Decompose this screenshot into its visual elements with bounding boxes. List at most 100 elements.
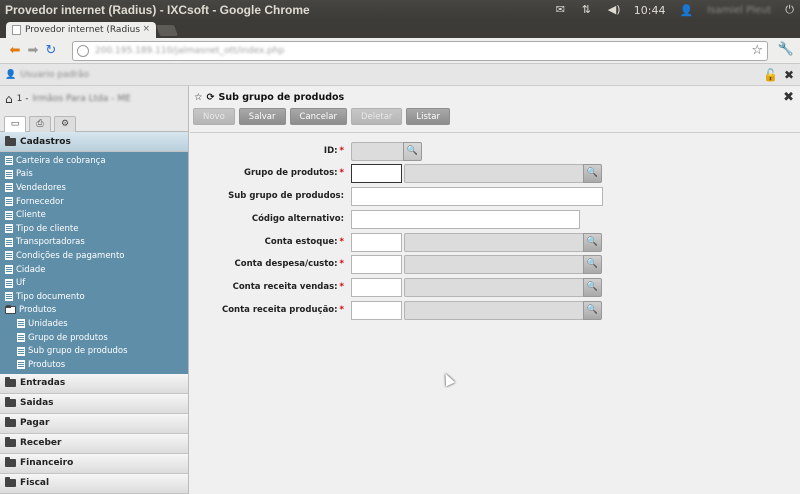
deletar-button[interactable]: Deletar	[351, 108, 403, 125]
volume-icon[interactable]: ◀)	[608, 4, 621, 15]
tab-label: Provedor internet (Radius	[25, 25, 141, 35]
document-icon	[5, 183, 13, 193]
document-icon	[5, 265, 13, 275]
home-icon: ⌂	[5, 92, 13, 106]
unlock-icon[interactable]: 🔓	[763, 68, 778, 82]
network-icon[interactable]: ⇅	[582, 4, 594, 15]
menu-folder-produtos[interactable]: Produtos	[0, 304, 188, 318]
address-bar[interactable]: 200.195.189.110/jalmasnet_ott/index.php …	[72, 41, 768, 61]
conta-receita-producao-search-icon[interactable]: 🔍	[583, 301, 602, 320]
menu-item-cliente[interactable]: Cliente	[0, 208, 188, 222]
menu-item-label: Transportadoras	[16, 237, 85, 248]
conta-despesa-search-icon[interactable]: 🔍	[583, 255, 602, 274]
tab-strip: Provedor internet (Radius ×	[0, 20, 800, 38]
tab-window-icon[interactable]: ▭	[4, 116, 26, 132]
conta-despesa-code-input[interactable]	[351, 255, 402, 274]
conta-receita-vendas-search-icon[interactable]: 🔍	[583, 278, 602, 297]
field-label: Código alternativo:	[251, 214, 344, 224]
folder-icon	[5, 417, 16, 427]
conta-despesa-description	[404, 255, 584, 274]
section-saidas[interactable]: Saidas	[0, 393, 188, 414]
tab-print-icon[interactable]: ⎙	[29, 116, 51, 132]
menu-item-condicoes-pagamento[interactable]: Condições de pagamento	[0, 249, 188, 263]
mouse-cursor-icon	[440, 371, 456, 387]
id-search-icon: 🔍	[403, 142, 422, 161]
mail-icon[interactable]: ✉	[556, 4, 568, 15]
bookmark-star-icon[interactable]: ☆	[751, 43, 763, 58]
menu-item-fornecedor[interactable]: Fornecedor	[0, 195, 188, 209]
app-header: 👤 Usuario padrão 🔓 ✖	[0, 64, 800, 86]
field-conta-receita-vendas: Conta receita vendas: * 🔍	[190, 278, 800, 297]
menu-item-tipo-cliente[interactable]: Tipo de cliente	[0, 222, 188, 236]
document-icon	[17, 346, 25, 356]
menu-item-cidade[interactable]: Cidade	[0, 263, 188, 277]
back-arrow-icon[interactable]: ⬅	[6, 43, 24, 58]
menu-item-transportadoras[interactable]: Transportadoras	[0, 236, 188, 250]
branch-selector[interactable]: ⌂ 1 - Irmãos Para Ltda - ME	[0, 86, 188, 112]
section-label: Cadastros	[20, 136, 71, 147]
menu-item-pais[interactable]: Pais	[0, 168, 188, 182]
new-tab-button[interactable]	[155, 25, 179, 36]
codigo-alternativo-input[interactable]	[351, 210, 580, 229]
current-user: 👤 Usuario padrão	[5, 70, 89, 80]
menu-item-label: Cidade	[16, 264, 46, 275]
refresh-icon[interactable]: ⟳	[207, 92, 215, 103]
menu-item-unidades[interactable]: Unidades	[0, 317, 188, 331]
forward-arrow-icon[interactable]: ➡	[24, 43, 42, 58]
conta-estoque-description	[404, 233, 584, 252]
section-fiscal[interactable]: Fiscal	[0, 473, 188, 494]
grupo-produtos-search-icon[interactable]: 🔍	[583, 164, 602, 183]
menu-item-carteira-cobranca[interactable]: Carteira de cobrança	[0, 154, 188, 168]
browser-toolbar: ⬅ ➡ ↻ 200.195.189.110/jalmasnet_ott/inde…	[0, 38, 800, 64]
sidebar: ⌂ 1 - Irmãos Para Ltda - ME ▭ ⎙ ⚙ Cadast…	[0, 86, 189, 494]
section-entradas[interactable]: Entradas	[0, 373, 188, 394]
session-user[interactable]: Isamiel Pleut	[707, 5, 771, 16]
user-icon[interactable]: 👤	[679, 4, 693, 17]
address-url[interactable]: 200.195.189.110/jalmasnet_ott/index.php	[95, 46, 284, 56]
conta-estoque-search-icon[interactable]: 🔍	[583, 233, 602, 252]
document-icon	[5, 156, 13, 166]
menu-item-tipo-documento[interactable]: Tipo documento	[0, 290, 188, 304]
site-info-icon[interactable]	[77, 45, 89, 57]
close-app-icon[interactable]: ✖	[784, 68, 794, 82]
field-codigo-alternativo: Código alternativo:	[190, 210, 800, 229]
menu-item-label: Uf	[16, 278, 26, 289]
clock[interactable]: 10:44	[634, 4, 666, 17]
favorite-star-icon[interactable]: ☆	[194, 92, 203, 103]
tab-close-icon[interactable]: ×	[142, 24, 150, 34]
menu-item-label: Carteira de cobrança	[16, 155, 106, 166]
listar-button[interactable]: Listar	[406, 108, 450, 125]
menu-item-produtos[interactable]: Produtos	[0, 358, 188, 372]
menu-item-grupo-produtos[interactable]: Grupo de produtos	[0, 331, 188, 345]
power-icon[interactable]: ⏻	[785, 3, 794, 17]
wrench-menu-icon[interactable]: 🔧	[778, 42, 794, 57]
document-icon	[5, 210, 13, 220]
section-financeiro[interactable]: Financeiro	[0, 453, 188, 474]
cancelar-button[interactable]: Cancelar	[289, 108, 347, 125]
section-pagar[interactable]: Pagar	[0, 413, 188, 434]
conta-receita-producao-code-input[interactable]	[351, 301, 402, 320]
salvar-button[interactable]: Salvar	[238, 108, 286, 125]
tab-gear-icon[interactable]: ⚙	[54, 116, 76, 132]
menu-item-uf[interactable]: Uf	[0, 276, 188, 290]
conta-receita-vendas-code-input[interactable]	[351, 278, 402, 297]
reload-icon[interactable]: ↻	[42, 43, 60, 58]
menu-item-vendedores[interactable]: Vendedores	[0, 181, 188, 195]
cadastros-menu: Carteira de cobrança Pais Vendedores For…	[0, 152, 188, 374]
field-conta-despesa: Conta despesa/custo: * 🔍	[190, 255, 800, 274]
menu-item-sub-grupo-produdos[interactable]: Sub grupo de produdos	[0, 344, 188, 358]
section-receber[interactable]: Receber	[0, 433, 188, 454]
conta-estoque-code-input[interactable]	[351, 233, 402, 252]
sub-grupo-input[interactable]	[351, 187, 603, 206]
browser-tab[interactable]: Provedor internet (Radius ×	[6, 22, 156, 38]
section-label: Receber	[20, 438, 62, 448]
grupo-produtos-code-input[interactable]	[351, 164, 402, 183]
field-conta-estoque: Conta estoque: * 🔍	[190, 233, 800, 252]
novo-button[interactable]: Novo	[193, 108, 235, 125]
document-icon	[5, 237, 13, 247]
close-panel-icon[interactable]: ✖	[783, 90, 794, 105]
menu-item-label: Produtos	[28, 359, 66, 370]
document-icon	[5, 251, 13, 261]
section-cadastros[interactable]: Cadastros	[0, 132, 188, 152]
page-favicon-icon	[12, 25, 21, 35]
